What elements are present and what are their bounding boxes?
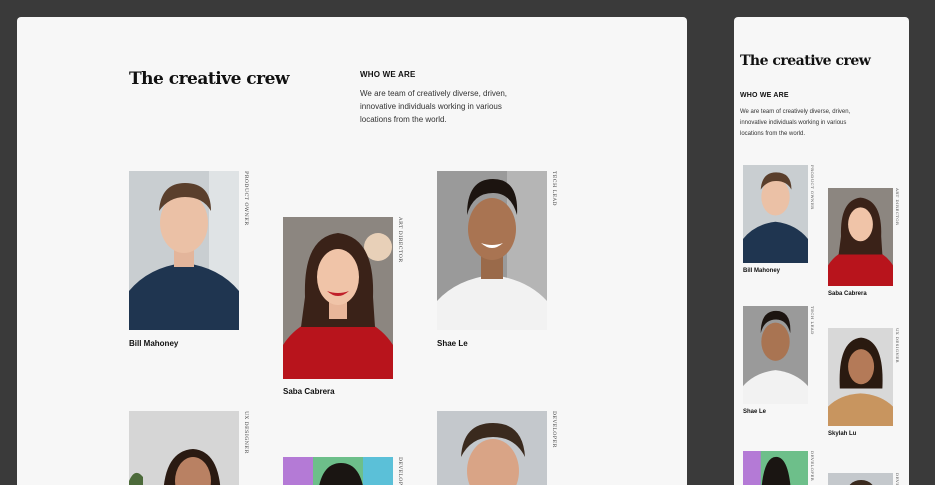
member-photo <box>743 165 808 263</box>
member-name: Saba Cabrera <box>828 291 867 297</box>
member-role: TECH LEAD <box>810 306 815 335</box>
member-role: UX DESIGNER <box>243 411 249 454</box>
team-member-card[interactable]: UX DESIGNER <box>129 411 259 485</box>
member-role: DEVELOPER <box>810 451 815 482</box>
description-line: locations from the world. <box>360 115 447 124</box>
member-role: DEVELOPER <box>397 457 403 485</box>
description-line: We are team of creatively diverse, drive… <box>360 89 508 98</box>
member-photo <box>743 451 808 485</box>
desktop-preview: The creative crew WHO WE ARE We are team… <box>17 17 687 485</box>
member-name: Bill Mahoney <box>743 268 781 274</box>
member-photo <box>828 473 893 485</box>
member-photo <box>743 306 808 404</box>
team-member-card[interactable]: DEVELOPER <box>283 457 413 485</box>
team-member-card[interactable]: TECH LEAD Shae Le <box>743 306 821 426</box>
team-member-card[interactable]: ART DIRECTOR Saba Cabrera <box>828 188 906 308</box>
member-photo <box>437 411 547 485</box>
member-photo <box>129 411 239 485</box>
team-member-card[interactable]: UX DESIGNER Skylah Lu <box>828 328 906 448</box>
section-description: We are team of creatively diverse, drive… <box>360 87 560 126</box>
description-line: innovative individuals working in variou… <box>360 102 502 111</box>
member-role: TECH LEAD <box>551 171 557 206</box>
member-photo <box>828 328 893 426</box>
member-role: ART DIRECTOR <box>397 217 403 263</box>
description-line: locations from the world. <box>740 131 806 137</box>
member-name: Skylah Lu <box>828 431 857 437</box>
team-member-card[interactable]: DEVELOPER <box>828 473 906 485</box>
member-photo <box>437 171 547 330</box>
member-name: Shae Le <box>743 409 767 415</box>
description-line: innovative individuals working in variou… <box>740 120 847 126</box>
section-description: We are team of creatively diverse, drive… <box>740 107 905 140</box>
member-photo <box>828 188 893 286</box>
team-member-card[interactable]: PRODUCT OWNER Bill Mahoney <box>129 171 259 361</box>
team-member-card[interactable]: DEVELOPER <box>437 411 567 485</box>
member-role: PRODUCT OWNER <box>810 165 815 210</box>
member-role: DEVELOPER <box>895 473 900 485</box>
team-member-card[interactable]: ART DIRECTOR Saba Cabrera <box>283 217 413 407</box>
member-role: PRODUCT OWNER <box>243 171 249 226</box>
section-title: The creative crew <box>129 69 290 89</box>
description-line: We are team of creatively diverse, drive… <box>740 109 851 115</box>
member-photo <box>283 217 393 379</box>
section-kicker: WHO WE ARE <box>740 92 789 99</box>
member-role: UX DESIGNER <box>895 328 900 363</box>
section-title: The creative crew <box>740 53 871 69</box>
member-photo <box>129 171 239 330</box>
mobile-preview: The creative crew WHO WE ARE We are team… <box>734 17 909 485</box>
member-photo <box>283 457 393 485</box>
team-member-card[interactable]: DEVELOPER <box>743 451 821 485</box>
team-member-card[interactable]: TECH LEAD Shae Le <box>437 171 567 361</box>
team-member-card[interactable]: PRODUCT OWNER Bill Mahoney <box>743 165 821 285</box>
member-name: Bill Mahoney <box>129 339 179 348</box>
member-name: Saba Cabrera <box>283 387 335 396</box>
member-name: Shae Le <box>437 339 468 348</box>
member-role: DEVELOPER <box>551 411 557 448</box>
section-kicker: WHO WE ARE <box>360 70 416 79</box>
member-role: ART DIRECTOR <box>895 188 900 226</box>
